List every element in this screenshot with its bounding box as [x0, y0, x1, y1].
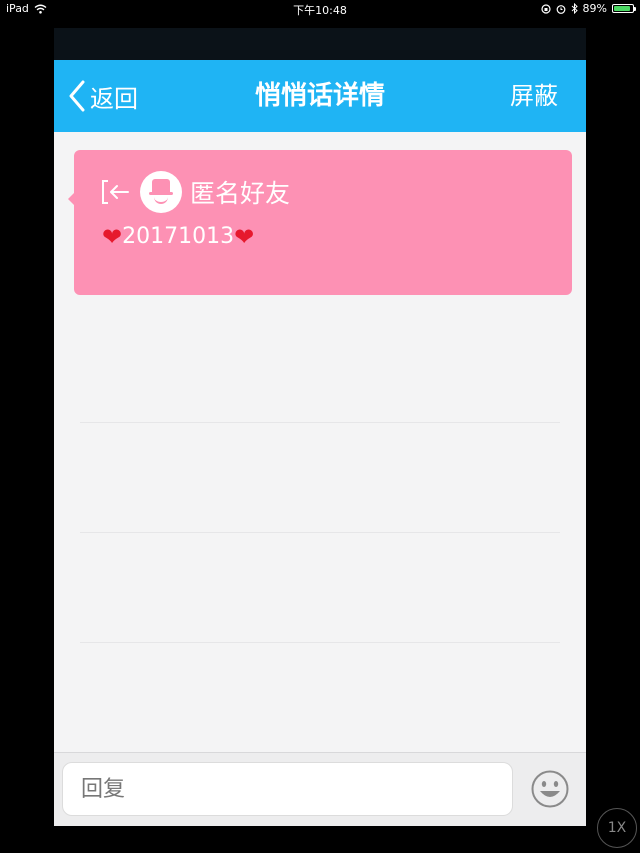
playback-speed-badge[interactable]: 1X	[597, 808, 637, 848]
top-strip	[54, 28, 586, 60]
avatar-brim	[149, 192, 173, 195]
avatar-smile	[154, 197, 168, 204]
reply-bar	[54, 752, 586, 826]
heart-icon: ❤	[102, 222, 123, 251]
battery-level	[614, 6, 630, 11]
card-pointer	[68, 193, 74, 205]
status-bar-right: 89%	[540, 2, 636, 15]
message-header: 匿名好友	[100, 170, 290, 214]
sender-name: 匿名好友	[190, 179, 291, 208]
bluetooth-icon	[571, 3, 578, 14]
battery-tip	[634, 7, 636, 11]
heart-icon: ❤	[234, 222, 255, 251]
nav-bar: 返回 悄悄话详情 屏蔽	[54, 60, 586, 132]
exit-arrow-icon	[102, 180, 129, 204]
orientation-lock-icon	[540, 3, 551, 14]
app-window: 返回 悄悄话详情 屏蔽 匿名好友 ❤ 20171013 ❤	[54, 28, 586, 826]
message-text: ❤ 20171013 ❤	[102, 224, 254, 249]
avatar-hat	[152, 179, 170, 193]
block-button[interactable]: 屏蔽	[510, 78, 558, 114]
status-bar: iPad 下午10:48 89%	[0, 0, 640, 18]
page-title: 悄悄话详情	[254, 81, 385, 111]
battery-icon	[612, 4, 636, 13]
divider	[80, 532, 560, 533]
emoji-icon[interactable]	[530, 769, 570, 809]
reply-input[interactable]	[62, 762, 513, 816]
battery-percent: 89%	[582, 2, 607, 15]
anonymous-avatar-icon	[140, 171, 182, 213]
alarm-icon	[556, 4, 565, 14]
message-body: 20171013	[122, 224, 235, 249]
divider	[80, 422, 560, 423]
divider	[80, 642, 560, 643]
message-card[interactable]: 匿名好友 ❤ 20171013 ❤	[68, 150, 572, 295]
